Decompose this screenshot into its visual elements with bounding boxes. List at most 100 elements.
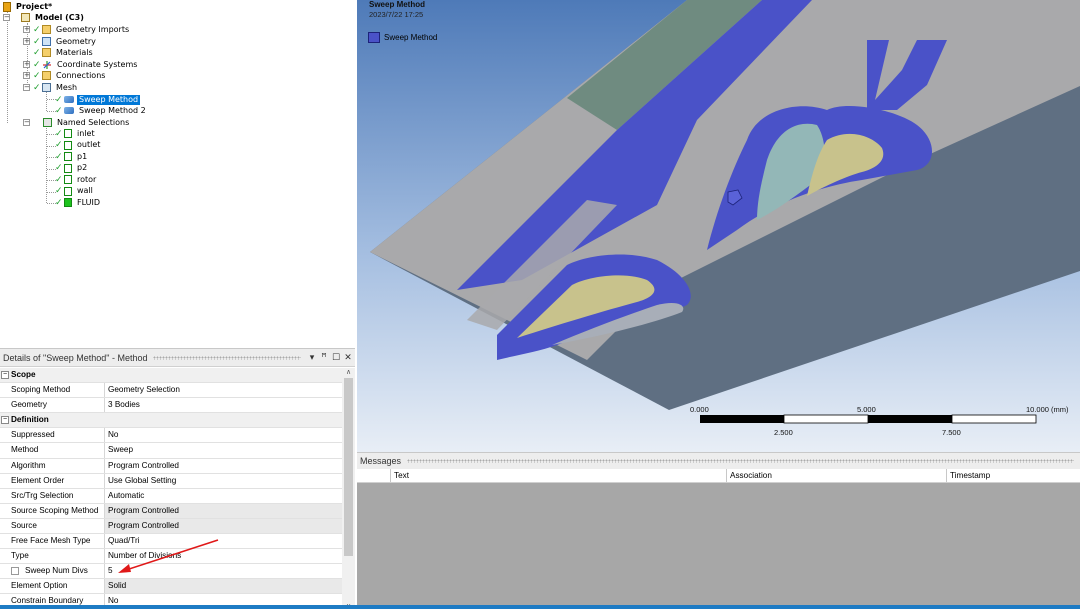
property-row[interactable]: Algorithm Program Controlled	[0, 458, 342, 474]
tree-item-ns-p2[interactable]: ✓ p2	[55, 163, 89, 175]
named-selection-icon	[64, 140, 72, 150]
check-icon: ✓	[55, 174, 63, 185]
property-key: Scoping Method	[0, 383, 105, 398]
scale-label: 0.000	[690, 405, 709, 414]
collapse-icon[interactable]: −	[23, 84, 30, 92]
collapse-icon[interactable]: −	[23, 119, 30, 127]
property-key: Sweep Num Divs	[0, 564, 105, 579]
property-row[interactable]: Element Order Use Global Setting	[0, 473, 342, 489]
collapse-icon[interactable]: −	[3, 14, 10, 22]
property-row[interactable]: Type Number of Divisions	[0, 549, 342, 565]
close-icon[interactable]: ✕	[343, 353, 353, 363]
column-association[interactable]: Association	[727, 469, 947, 482]
tree-item-ns-wall[interactable]: ✓ wall	[55, 186, 95, 198]
property-row[interactable]: Sweep Num Divs 5	[0, 564, 342, 580]
check-icon: ✓	[33, 70, 41, 81]
property-value[interactable]: Program Controlled	[105, 459, 342, 473]
property-value[interactable]: Solid	[105, 579, 342, 594]
column-timestamp[interactable]: Timestamp	[947, 469, 1080, 482]
property-value[interactable]: Automatic	[105, 489, 342, 503]
property-value[interactable]: Program Controlled	[105, 518, 342, 534]
collapse-icon[interactable]: −	[1, 371, 9, 379]
viewport-legend: Sweep Method	[368, 32, 437, 43]
mesh-scene[interactable]	[357, 0, 1080, 452]
property-value[interactable]: Quad/Tri	[105, 534, 342, 548]
property-value[interactable]: 5	[105, 564, 342, 578]
restore-icon[interactable]: ☐	[331, 353, 341, 363]
property-value[interactable]: Sweep	[105, 443, 342, 457]
property-row[interactable]: Method Sweep	[0, 443, 342, 459]
tree-item-sweep-method[interactable]: ✓ Sweep Method	[55, 94, 141, 106]
property-key: Suppressed	[0, 428, 105, 443]
expand-icon[interactable]: +	[23, 61, 30, 69]
property-row[interactable]: Element Option Solid	[0, 579, 342, 595]
header-grip	[153, 355, 301, 360]
property-value[interactable]: No	[105, 428, 342, 442]
property-value[interactable]: 3 Bodies	[105, 398, 342, 412]
tree-item-ns-inlet[interactable]: ✓ inlet	[55, 128, 97, 140]
property-key-label: Element Order	[11, 475, 65, 485]
property-key-label: Source Scoping Method	[11, 505, 99, 515]
tree-item-named-selections[interactable]: − Named Selections	[23, 117, 131, 129]
pin-icon[interactable]: ꟸ	[319, 353, 329, 363]
check-icon: ✓	[55, 140, 63, 151]
expand-icon[interactable]: +	[23, 26, 30, 34]
property-row[interactable]: Scoping Method Geometry Selection	[0, 383, 342, 399]
tree-item-label: Sweep Method	[77, 94, 141, 105]
property-value[interactable]: Use Global Setting	[105, 474, 342, 488]
expand-icon[interactable]: +	[23, 72, 30, 80]
check-icon: ✓	[55, 94, 63, 105]
property-value[interactable]: Program Controlled	[105, 503, 342, 518]
check-icon: ✓	[55, 128, 63, 139]
property-row[interactable]: Free Face Mesh Type Quad/Tri	[0, 534, 342, 550]
property-row[interactable]: Geometry 3 Bodies	[0, 398, 342, 414]
property-row[interactable]: Suppressed No	[0, 428, 342, 444]
viewport-title: Sweep Method	[369, 0, 426, 9]
check-icon: ✓	[33, 59, 41, 70]
details-scrollbar[interactable]: ∧ ∨	[342, 368, 355, 609]
tree-item-ns-outlet[interactable]: ✓ outlet	[55, 140, 102, 152]
tree-model[interactable]: − Model (C3)	[3, 12, 86, 24]
tree-item-materials[interactable]: ✓ Materials	[33, 47, 95, 59]
tree-item-mesh[interactable]: − ✓ Mesh	[23, 82, 79, 94]
property-row[interactable]: Source Program Controlled	[0, 518, 342, 535]
tree-item-sweep-method-2[interactable]: ✓ Sweep Method 2	[55, 105, 148, 117]
collapse-icon[interactable]: −	[1, 416, 9, 425]
details-header: Details of "Sweep Method" - Method ▾ ꟸ ☐…	[0, 349, 355, 367]
tree-item-ns-fluid[interactable]: ✓ FLUID	[55, 197, 102, 209]
property-row[interactable]: Source Scoping Method Program Controlled	[0, 503, 342, 519]
column-text[interactable]: Text	[391, 469, 727, 482]
tree-item-geometry[interactable]: + ✓ Geometry	[23, 36, 98, 48]
sweep-method-icon	[64, 96, 74, 104]
check-icon: ✓	[55, 105, 63, 116]
graphics-viewport[interactable]: Sweep Method 2023/7/22 17:25 Sweep Metho…	[357, 0, 1080, 452]
tree-item-ns-rotor[interactable]: ✓ rotor	[55, 174, 98, 186]
tree-guide-line	[46, 92, 47, 111]
named-selection-icon	[64, 129, 72, 139]
parameter-checkbox[interactable]	[11, 567, 19, 576]
check-icon: ✓	[55, 186, 63, 197]
property-value[interactable]: Geometry Selection	[105, 383, 342, 397]
tree-item-geometry-imports[interactable]: + ✓ Geometry Imports	[23, 24, 131, 36]
property-value[interactable]: Number of Divisions	[105, 549, 342, 563]
messages-header: Messages	[357, 453, 1080, 469]
property-key: Algorithm	[0, 458, 105, 473]
dropdown-icon[interactable]: ▾	[307, 353, 317, 363]
section-definition[interactable]: − Definition	[0, 413, 342, 429]
tree-item-connections[interactable]: + ✓ Connections	[23, 70, 107, 82]
status-bar	[0, 605, 1080, 609]
expand-icon[interactable]: +	[23, 38, 30, 46]
tree-project-label: Project*	[16, 1, 53, 11]
scroll-thumb[interactable]	[344, 378, 353, 556]
property-key-label: Sweep Num Divs	[25, 566, 88, 576]
tree-project[interactable]: Project*	[3, 1, 54, 13]
tree-item-ns-p1[interactable]: ✓ p1	[55, 151, 89, 163]
scale-label: 7.500	[942, 428, 961, 437]
tree-item-coordinate-systems[interactable]: + ✓ Coordinate Systems	[23, 59, 139, 71]
section-scope[interactable]: − Scope	[0, 368, 342, 384]
details-panel: Details of "Sweep Method" - Method ▾ ꟸ ☐…	[0, 348, 355, 609]
tree-item-label: Geometry	[56, 36, 96, 46]
property-row[interactable]: Src/Trg Selection Automatic	[0, 488, 342, 504]
scroll-up-icon[interactable]: ∧	[342, 368, 355, 376]
tree-item-label: FLUID	[77, 197, 101, 207]
